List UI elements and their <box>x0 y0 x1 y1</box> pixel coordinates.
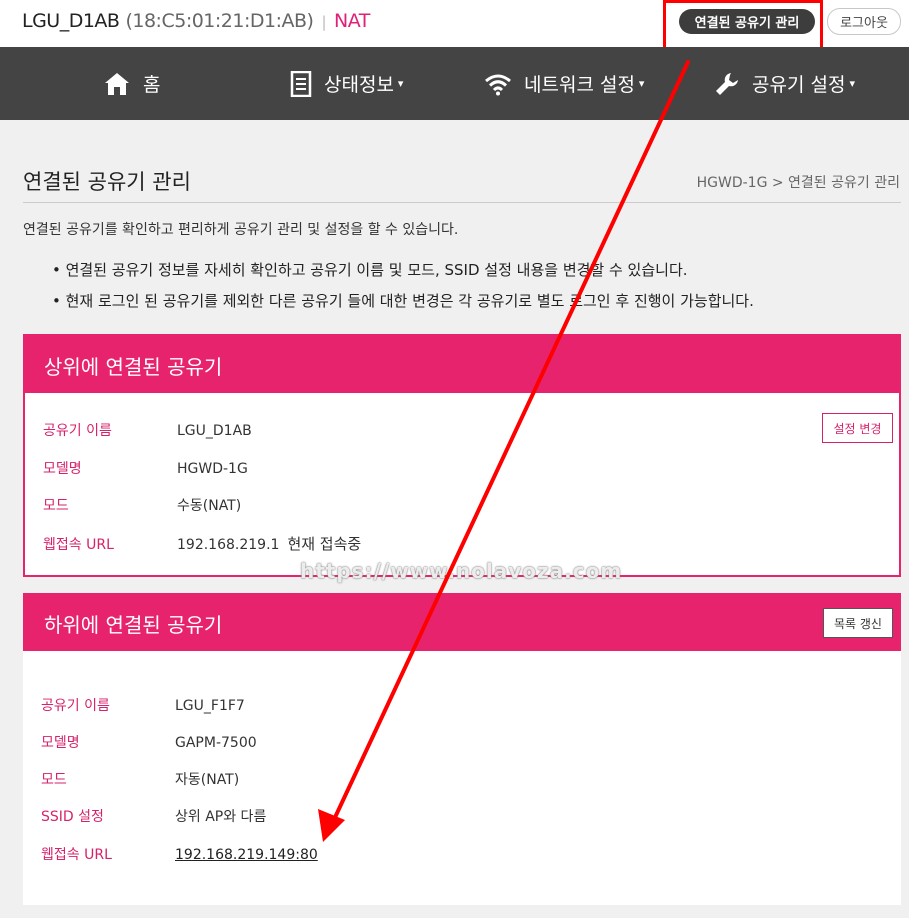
info-row: 웹접속 URL 192.168.219.1 현재 접속중 <box>43 533 361 554</box>
info-row: 모델명 HGWD-1G <box>43 458 248 478</box>
router-web-url-link[interactable]: 192.168.219.149:80 <box>175 847 318 863</box>
upper-router-panel: 설정 변경 공유기 이름 LGU_D1AB 모델명 HGWD-1G 모드 수동(NAT… <box>23 393 901 577</box>
row-label: 공유기 이름 <box>43 423 112 439</box>
nav-home[interactable]: 홈 <box>103 47 160 120</box>
nav-status-label: 상태정보 <box>324 74 394 96</box>
device-mac: (18:C5:01:21:D1:AB) <box>125 10 314 32</box>
row-value: LGU_D1AB <box>177 423 252 439</box>
chevron-down-icon: ▾ <box>397 77 404 90</box>
nav-network[interactable]: 네트워크 설정 ▾ <box>484 47 644 120</box>
nav-status[interactable]: 상태정보 ▾ <box>290 47 403 120</box>
row-label: 모델명 <box>41 735 80 751</box>
device-name: LGU_D1AB <box>22 10 120 32</box>
page-title: 연결된 공유기 관리 <box>23 170 191 194</box>
device-mode: NAT <box>334 10 370 32</box>
info-row: 공유기 이름 LGU_F1F7 <box>41 695 245 715</box>
row-value: 수동(NAT) <box>177 498 242 514</box>
lower-router-panel: 공유기 이름 LGU_F1F7 모델명 GAPM-7500 모드 자동(NAT) SS… <box>23 651 901 905</box>
breadcrumb: HGWD-1G > 연결된 공유기 관리 <box>696 175 900 191</box>
row-label: SSID 설정 <box>41 809 104 825</box>
info-row: 모델명 GAPM-7500 <box>41 732 257 752</box>
upper-router-header: 상위에 연결된 공유기 <box>23 334 901 393</box>
row-value: 자동(NAT) <box>175 772 240 788</box>
info-row: 웹접속 URL 192.168.219.149:80 <box>41 844 318 864</box>
info-bullet: • 연결된 공유기 정보를 자세히 확인하고 공유기 이름 및 모드, SSID… <box>52 261 688 279</box>
info-row: 모드 수동(NAT) <box>43 495 241 515</box>
upper-router-title: 상위에 연결된 공유기 <box>44 355 223 379</box>
home-icon <box>103 71 131 97</box>
row-value: HGWD-1G <box>177 461 248 477</box>
nav-network-label: 네트워크 설정 <box>524 74 635 96</box>
nav-router-label: 공유기 설정 <box>752 74 846 96</box>
main-nav: 홈 상태정보 ▾ 네트워크 설정 ▾ 공유기 설정 ▾ <box>0 47 909 120</box>
separator: | <box>321 13 326 31</box>
change-settings-button[interactable]: 설정 변경 <box>822 413 893 443</box>
connection-status: 현재 접속중 <box>287 535 362 553</box>
device-info: LGU_D1AB (18:C5:01:21:D1:AB) | NAT <box>22 10 370 32</box>
refresh-list-button[interactable]: 목록 갱신 <box>823 608 893 638</box>
info-row: 공유기 이름 LGU_D1AB <box>43 420 252 440</box>
nav-router[interactable]: 공유기 설정 ▾ <box>714 47 855 120</box>
chevron-down-icon: ▾ <box>849 77 855 90</box>
page-description: 연결된 공유기를 확인하고 편리하게 공유기 관리 및 설정을 할 수 있습니다… <box>23 222 459 238</box>
info-row: SSID 설정 상위 AP와 다름 <box>41 806 266 826</box>
info-bullet: • 현재 로그인 된 공유기를 제외한 다른 공유기 들에 대한 변경은 각 공… <box>52 292 754 310</box>
title-divider <box>23 202 901 203</box>
row-label: 웹접속 URL <box>41 847 112 863</box>
row-label: 웹접속 URL <box>43 537 114 553</box>
document-icon <box>290 70 312 97</box>
watermark: https://www.nolavoza.com <box>300 559 623 583</box>
nav-home-label: 홈 <box>143 74 161 96</box>
chevron-down-icon: ▾ <box>638 77 645 90</box>
info-row: 모드 자동(NAT) <box>41 769 239 789</box>
lower-router-header: 하위에 연결된 공유기 목록 갱신 <box>23 593 901 651</box>
row-value: LGU_F1F7 <box>175 698 245 714</box>
row-label: 공유기 이름 <box>41 698 110 714</box>
lower-router-title: 하위에 연결된 공유기 <box>44 613 223 637</box>
wifi-icon <box>484 72 512 96</box>
row-label: 모델명 <box>43 461 82 477</box>
logout-button[interactable]: 로그아웃 <box>827 8 901 35</box>
row-label: 모드 <box>41 772 67 788</box>
row-value: GAPM-7500 <box>175 735 257 751</box>
row-label: 모드 <box>43 498 69 514</box>
wrench-icon <box>714 71 740 97</box>
row-value: 192.168.219.1 <box>177 537 280 553</box>
row-value: 상위 AP와 다름 <box>175 809 267 825</box>
